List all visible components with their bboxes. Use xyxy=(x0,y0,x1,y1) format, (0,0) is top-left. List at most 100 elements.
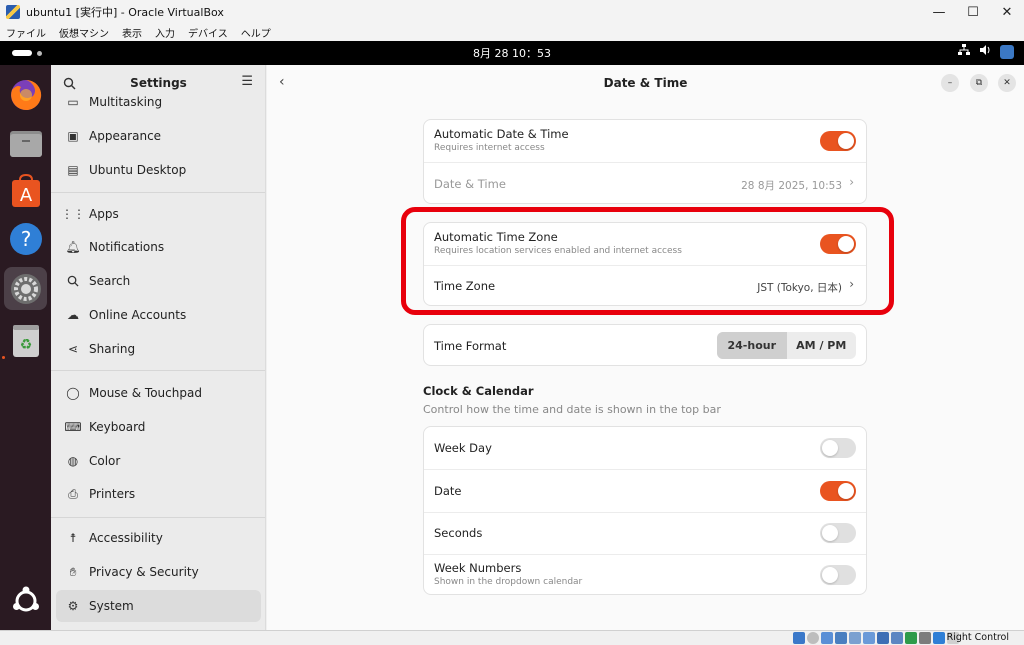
sidebar-item-multitasking[interactable]: ▭ Multitasking xyxy=(56,89,261,115)
seconds-row[interactable]: Seconds xyxy=(424,513,866,555)
close-icon[interactable]: ✕ xyxy=(998,74,1016,92)
appearance-icon: ▣ xyxy=(67,129,79,143)
color-icon: ◍ xyxy=(67,454,79,468)
sidebar-item-accessibility[interactable]: ☨ Accessibility xyxy=(56,522,261,554)
network-icon xyxy=(958,44,970,59)
sidebar-item-printers[interactable]: ⎙ Printers xyxy=(56,478,261,510)
sidebar-item-privacy-security[interactable]: ✋︎ Privacy & Security xyxy=(56,556,261,588)
hard-disk-icon[interactable] xyxy=(793,632,805,644)
time-format-card: Time Format 24-hour AM / PM xyxy=(423,324,867,366)
close-button[interactable]: ✕ xyxy=(990,0,1024,24)
guest-additions-icon[interactable] xyxy=(919,632,931,644)
trash-icon: ♻ xyxy=(12,324,39,357)
sidebar-item-label: Notifications xyxy=(89,240,165,254)
dock-firefox[interactable] xyxy=(4,73,47,116)
menu-devices[interactable]: デバイス xyxy=(188,25,228,40)
mouse-integration-icon[interactable] xyxy=(933,632,945,644)
date-row[interactable]: Date xyxy=(424,470,866,512)
date-time-value: 28 8月 2025, 10:53 xyxy=(741,180,842,192)
dock-show-apps[interactable] xyxy=(4,579,47,622)
audio-icon[interactable] xyxy=(821,632,833,644)
ubuntu-top-bar: 8月 28 10：53 xyxy=(0,41,1024,65)
sidebar-item-notifications[interactable]: 🔔︎ Notifications xyxy=(56,231,261,263)
usb-icon[interactable] xyxy=(849,632,861,644)
sidebar-item-system[interactable]: ⚙ System xyxy=(56,590,261,622)
host-title-bar: ubuntu1 [実行中] - Oracle VirtualBox — ☐ ✕ xyxy=(0,0,1024,24)
automatic-date-time-toggle[interactable] xyxy=(820,131,856,151)
restore-icon[interactable]: ⧉ xyxy=(970,74,988,92)
date-toggle[interactable] xyxy=(820,481,856,501)
sidebar-item-sharing[interactable]: ⋖ Sharing xyxy=(56,333,261,365)
minimize-button[interactable]: — xyxy=(922,0,956,24)
sidebar-item-ubuntu-desktop[interactable]: ▤ Ubuntu Desktop xyxy=(56,154,261,186)
sidebar-item-online-accounts[interactable]: ☁︎ Online Accounts xyxy=(56,299,261,331)
sidebar-item-label: Sharing xyxy=(89,342,136,356)
settings-main-panel: ‹ Date & Time – ⧉ ✕ Automatic Date & Tim… xyxy=(267,65,1024,630)
row-title: Seconds xyxy=(434,526,483,540)
sidebar-item-label: Online Accounts xyxy=(89,308,187,322)
automatic-date-time-row[interactable]: Automatic Date & Time Requires internet … xyxy=(424,120,866,162)
sidebar-item-appearance[interactable]: ▣ Appearance xyxy=(56,120,261,152)
host-window-title: ubuntu1 [実行中] - Oracle VirtualBox xyxy=(26,6,224,19)
section-title: Clock & Calendar xyxy=(423,384,534,398)
menu-machine[interactable]: 仮想マシン xyxy=(59,25,109,40)
time-format-24-hour-button[interactable]: 24-hour xyxy=(717,332,787,359)
menu-help[interactable]: ヘルプ xyxy=(241,25,271,40)
hand-icon: ✋︎ xyxy=(69,564,77,579)
printer-icon: ⎙ xyxy=(68,486,78,501)
dock-help[interactable]: ? xyxy=(4,217,47,260)
volume-icon xyxy=(979,44,991,59)
maximize-button[interactable]: ☐ xyxy=(956,0,990,24)
sidebar-item-label: Accessibility xyxy=(89,531,163,545)
settings-icon xyxy=(10,273,41,304)
sidebar-divider xyxy=(51,192,265,193)
files-icon xyxy=(9,130,42,157)
date-time-row: Date & Time 28 8月 2025, 10:53 › xyxy=(424,163,866,203)
sidebar-item-label: Color xyxy=(89,454,121,468)
top-bar-clock[interactable]: 8月 28 10：53 xyxy=(0,45,1024,61)
dock-files[interactable] xyxy=(4,121,47,164)
network-adapter-icon[interactable] xyxy=(835,632,847,644)
week-numbers-row[interactable]: Week Numbers Shown in the dropdown calen… xyxy=(424,555,866,594)
recording-icon[interactable] xyxy=(891,632,903,644)
system-tray[interactable] xyxy=(958,44,1014,59)
sidebar-item-label: Multitasking xyxy=(89,95,163,109)
minimize-icon[interactable]: – xyxy=(941,74,959,92)
hamburger-menu-icon[interactable]: ☰ xyxy=(241,74,253,89)
sidebar-item-mouse-touchpad[interactable]: ◯ Mouse & Touchpad xyxy=(56,377,261,409)
svg-text:♻: ♻ xyxy=(19,337,32,353)
sidebar-item-keyboard[interactable]: ⌨ Keyboard xyxy=(56,411,261,443)
week-numbers-toggle[interactable] xyxy=(820,565,856,585)
sidebar-item-apps[interactable]: ⋮⋮ Apps xyxy=(56,198,261,230)
section-subtitle: Control how the time and date is shown i… xyxy=(423,403,721,416)
sidebar-title: Settings xyxy=(130,76,187,90)
row-title: Date & Time xyxy=(434,177,506,191)
dock-settings[interactable] xyxy=(4,267,47,310)
status-icons xyxy=(793,632,959,644)
sidebar-divider xyxy=(51,517,265,518)
dock-trash[interactable]: ♻ xyxy=(4,319,47,362)
mouse-icon: ◯ xyxy=(66,386,80,400)
display-icon[interactable] xyxy=(877,632,889,644)
week-day-toggle[interactable] xyxy=(820,438,856,458)
accessibility-icon: ☨ xyxy=(69,531,77,545)
cpu-icon[interactable] xyxy=(905,632,917,644)
optical-drive-icon[interactable] xyxy=(807,632,819,644)
seconds-toggle[interactable] xyxy=(820,523,856,543)
share-icon: ⋖ xyxy=(67,342,79,356)
menu-view[interactable]: 表示 xyxy=(122,25,142,40)
sidebar-item-color[interactable]: ◍ Color xyxy=(56,445,261,477)
menu-input[interactable]: 入力 xyxy=(155,25,175,40)
settings-sidebar: Settings ☰ ▭ Multitasking ▣ Appearance ▤… xyxy=(51,65,266,630)
menu-file[interactable]: ファイル xyxy=(6,25,46,40)
running-indicator xyxy=(2,356,5,359)
ubuntu-logo-icon xyxy=(12,586,39,611)
dock-app-center[interactable]: A xyxy=(4,169,47,212)
time-format-am-pm-button[interactable]: AM / PM xyxy=(787,332,857,359)
shared-folders-icon[interactable] xyxy=(863,632,875,644)
firefox-icon xyxy=(10,79,41,110)
sidebar-item-label: Appearance xyxy=(89,129,162,143)
week-day-row[interactable]: Week Day xyxy=(424,427,866,469)
sidebar-item-search[interactable]: Search xyxy=(56,265,261,297)
multitasking-icon: ▭ xyxy=(67,95,79,109)
